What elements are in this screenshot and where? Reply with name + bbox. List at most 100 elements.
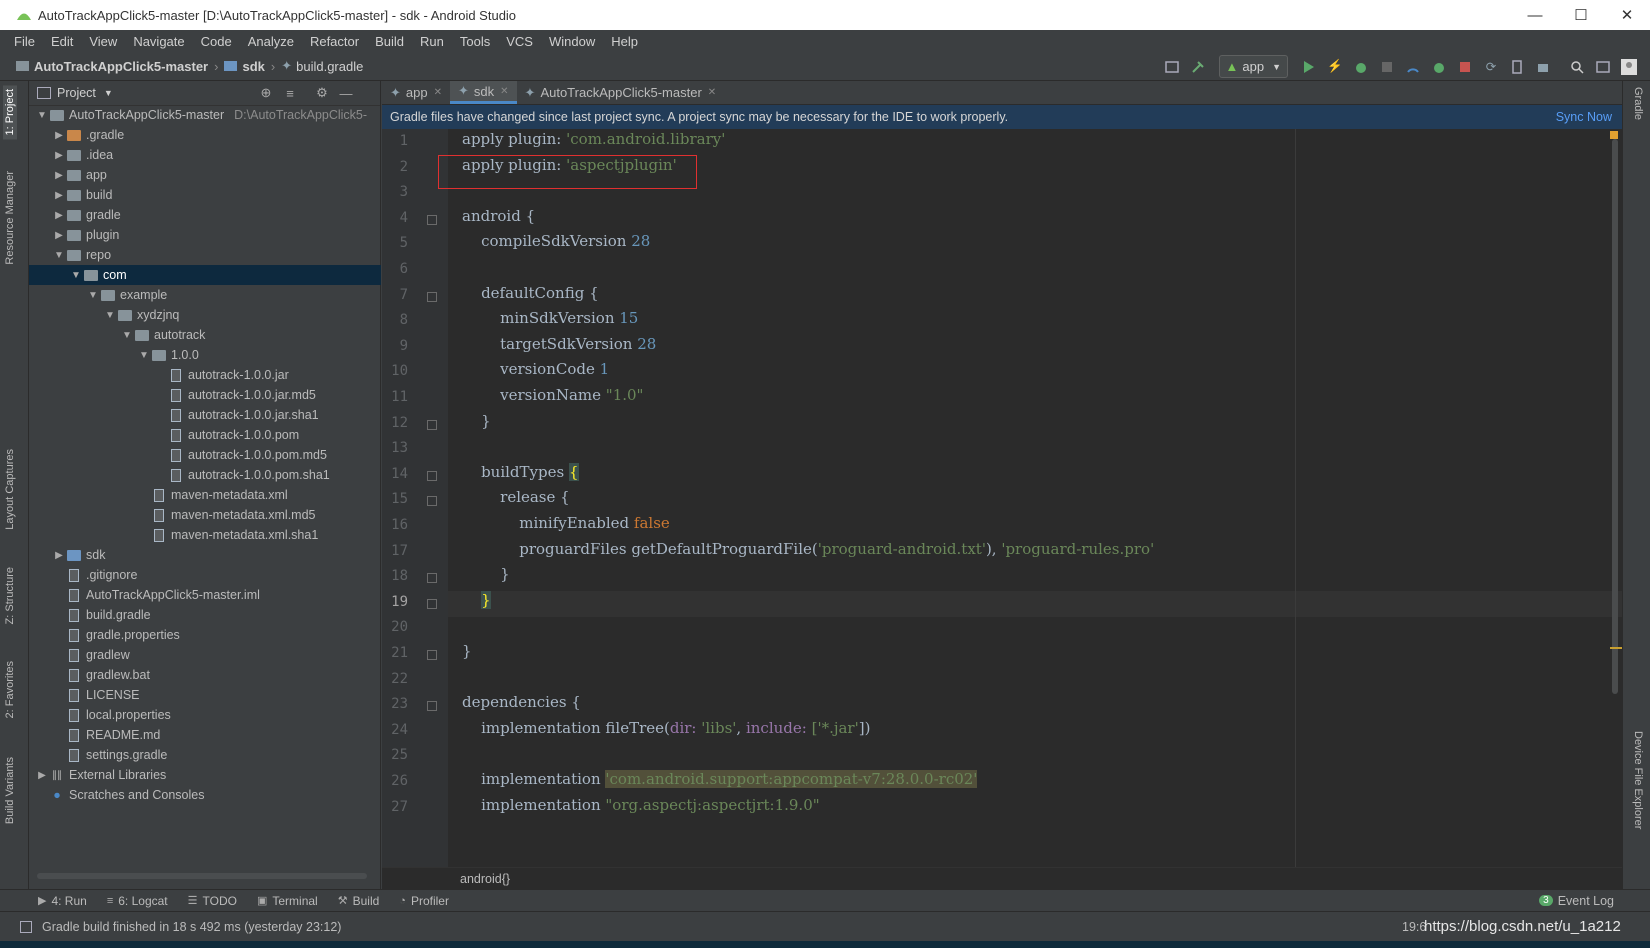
fold-marker-icon[interactable] — [427, 650, 437, 660]
run-configuration-select[interactable]: ▲ app ▼ — [1218, 55, 1288, 78]
event-log-button[interactable]: 3 Event Log — [1539, 894, 1614, 908]
fold-marker-icon[interactable] — [427, 419, 437, 430]
profile-icon[interactable] — [1404, 58, 1422, 76]
maximize-icon[interactable]: ☐ — [1558, 0, 1604, 30]
collapse-all-icon[interactable]: ≡ — [281, 84, 299, 102]
bottom-tool-6-logcat[interactable]: ≡ 6: Logcat — [107, 894, 168, 908]
tree-item[interactable]: gradlew — [29, 645, 381, 665]
tree-item[interactable]: ▼ autotrack — [29, 325, 381, 345]
debug-icon[interactable] — [1352, 58, 1370, 76]
collapse-arrow-icon[interactable]: ▶ — [52, 550, 66, 561]
sync-gradle-icon[interactable]: ⟳ — [1482, 58, 1500, 76]
tree-item[interactable]: ▶ plugin — [29, 225, 381, 245]
sync-now-link[interactable]: Sync Now — [1556, 110, 1612, 124]
tree-item[interactable]: maven-metadata.xml — [29, 485, 381, 505]
tree-item[interactable]: build.gradle — [29, 605, 381, 625]
fold-marker-icon[interactable] — [427, 291, 437, 302]
editor-tab[interactable]: ✦ sdk ✕ — [450, 81, 517, 104]
tool-tab-resource-manager[interactable]: Resource Manager — [4, 171, 16, 265]
chevron-down-icon[interactable]: ▼ — [104, 88, 113, 98]
status-window-icon[interactable] — [20, 920, 32, 933]
gear-icon[interactable]: ⚙ — [313, 84, 331, 102]
tree-item[interactable]: ▼ 1.0.0 — [29, 345, 381, 365]
expand-arrow-icon[interactable]: ▼ — [120, 330, 134, 341]
close-tab-icon[interactable]: ✕ — [434, 87, 442, 98]
breadcrumb-project[interactable]: AutoTrackAppClick5-master — [34, 59, 208, 74]
fold-marker-icon[interactable] — [427, 573, 437, 584]
tree-item[interactable]: ▶ .idea — [29, 145, 381, 165]
editor-breadcrumb-item[interactable]: android{} — [460, 872, 510, 886]
tree-item[interactable]: autotrack-1.0.0.jar — [29, 365, 381, 385]
tool-tab-structure[interactable]: Z: Structure — [4, 567, 16, 624]
fold-marker-icon[interactable] — [427, 598, 437, 609]
tree-item[interactable]: ▶ .gradle — [29, 125, 381, 145]
close-icon[interactable]: ✕ — [1604, 0, 1650, 30]
breadcrumb-module[interactable]: sdk — [242, 59, 264, 74]
tool-tab-device-file-explorer[interactable]: Device File Explorer — [1632, 731, 1644, 829]
tree-item[interactable]: local.properties — [29, 705, 381, 725]
menu-view[interactable]: View — [89, 34, 117, 49]
expand-arrow-icon[interactable]: ▼ — [52, 250, 66, 261]
close-tab-icon[interactable]: ✕ — [708, 87, 716, 98]
collapse-arrow-icon[interactable]: ▶ — [52, 230, 66, 241]
tree-item[interactable]: maven-metadata.xml.md5 — [29, 505, 381, 525]
expand-arrow-icon[interactable]: ▼ — [137, 350, 151, 361]
user-avatar-icon[interactable] — [1620, 58, 1638, 76]
tree-item[interactable]: ▶ ∥∥ External Libraries — [29, 765, 381, 785]
caret-position[interactable]: 19:6 — [1402, 920, 1426, 934]
coverage-icon[interactable] — [1378, 58, 1396, 76]
project-structure-icon[interactable] — [1163, 58, 1181, 76]
tree-item[interactable]: ▶ build — [29, 185, 381, 205]
bottom-tool-terminal[interactable]: ▣ Terminal — [257, 894, 318, 908]
editor-tab[interactable]: ✦ AutoTrackAppClick5-master ✕ — [517, 81, 725, 104]
menu-navigate[interactable]: Navigate — [133, 34, 184, 49]
tool-tab-layout-captures[interactable]: Layout Captures — [4, 449, 16, 530]
attach-debugger-icon[interactable] — [1430, 58, 1448, 76]
avd-manager-icon[interactable] — [1508, 58, 1526, 76]
collapse-arrow-icon[interactable]: ▶ — [52, 130, 66, 141]
tree-item[interactable]: gradle.properties — [29, 625, 381, 645]
sdk-manager-icon[interactable] — [1534, 58, 1552, 76]
tree-item[interactable]: settings.gradle — [29, 745, 381, 765]
tree-item[interactable]: maven-metadata.xml.sha1 — [29, 525, 381, 545]
tree-item[interactable]: gradlew.bat — [29, 665, 381, 685]
tree-item[interactable]: autotrack-1.0.0.pom.md5 — [29, 445, 381, 465]
tree-item[interactable]: README.md — [29, 725, 381, 745]
tree-item[interactable]: ▼ com — [29, 265, 381, 285]
fold-marker-icon[interactable] — [427, 701, 437, 712]
tree-item[interactable]: ▼ repo — [29, 245, 381, 265]
stop-icon[interactable] — [1456, 58, 1474, 76]
tool-tab-project[interactable]: 1: Project — [3, 85, 17, 140]
breadcrumb-file[interactable]: build.gradle — [296, 59, 363, 74]
code-editor[interactable]: 1 2 3 4 5 6 7 8 9 10 11 12 13 14 15 16 17 18 19 20 21 22 23 24 2… — [382, 129, 1622, 867]
warning-marker-icon[interactable] — [1610, 131, 1618, 139]
tree-item[interactable]: autotrack-1.0.0.pom.sha1 — [29, 465, 381, 485]
tree-item[interactable]: ▶ app — [29, 165, 381, 185]
bottom-tool-build[interactable]: ⚒ Build — [338, 894, 380, 908]
menu-code[interactable]: Code — [201, 34, 232, 49]
fold-marker-icon[interactable] — [427, 214, 437, 225]
bottom-tool-todo[interactable]: ☰ TODO — [188, 894, 237, 908]
collapse-arrow-icon[interactable]: ▶ — [52, 190, 66, 201]
tree-item[interactable]: ● Scratches and Consoles — [29, 785, 381, 805]
tree-item[interactable]: autotrack-1.0.0.pom — [29, 425, 381, 445]
locate-icon[interactable]: ⊕ — [257, 84, 275, 102]
menu-analyze[interactable]: Analyze — [248, 34, 294, 49]
menu-help[interactable]: Help — [611, 34, 638, 49]
tree-item[interactable]: ▼ xydzjnq — [29, 305, 381, 325]
menu-build[interactable]: Build — [375, 34, 404, 49]
expand-arrow-icon[interactable]: ▼ — [103, 310, 117, 321]
tree-item[interactable]: AutoTrackAppClick5-master.iml — [29, 585, 381, 605]
menu-tools[interactable]: Tools — [460, 34, 490, 49]
tool-tab-gradle[interactable]: Gradle — [1632, 87, 1644, 120]
expand-arrow-icon[interactable]: ▼ — [86, 290, 100, 301]
collapse-arrow-icon[interactable]: ▶ — [52, 150, 66, 161]
horizontal-scrollbar[interactable] — [37, 873, 367, 879]
collapse-arrow-icon[interactable]: ▶ — [35, 770, 49, 781]
collapse-arrow-icon[interactable]: ▶ — [52, 210, 66, 221]
close-tab-icon[interactable]: ✕ — [500, 86, 508, 97]
menu-file[interactable]: File — [14, 34, 35, 49]
menu-edit[interactable]: Edit — [51, 34, 73, 49]
tree-item[interactable]: ▼ example — [29, 285, 381, 305]
bottom-tool-profiler[interactable]: ◔ Profiler — [399, 894, 449, 908]
